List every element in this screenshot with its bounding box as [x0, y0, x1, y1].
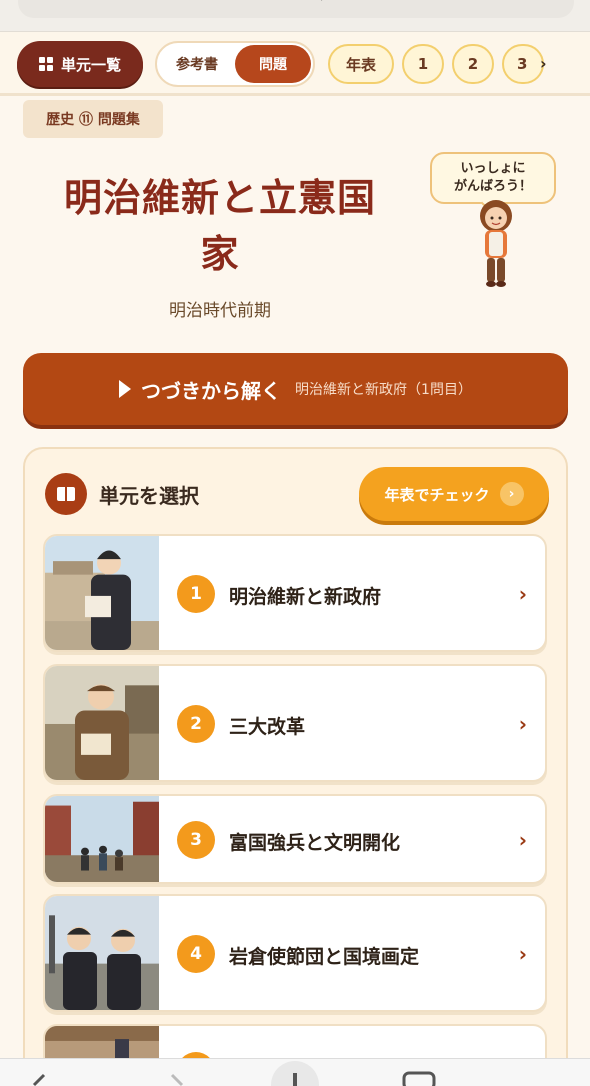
page-subtitle: 明治時代前期 — [169, 301, 271, 321]
meiji-restoration-thumbnail — [45, 536, 159, 650]
panel-title: 単元を選択 — [99, 483, 199, 508]
bubble-line1: いっしょに — [460, 161, 526, 176]
unit-card-4[interactable]: 4 岩倉使節団と国境画定 › — [43, 894, 547, 1012]
unit-label-2: 三大改革 — [229, 716, 306, 738]
unit-label-4: 岩倉使節団と国境画定 — [229, 946, 420, 968]
panel-header: 単元を選択 — [45, 473, 199, 515]
grid-icon — [38, 57, 53, 71]
forward-icon — [170, 1073, 184, 1086]
browser-bottom-bar — [0, 1058, 590, 1086]
page-title-line2: 家 — [200, 232, 240, 276]
unit-list-label: 単元一覧 — [60, 55, 121, 74]
continue-label: つづきから解く — [141, 378, 282, 403]
tab-problems[interactable]: 問題 — [235, 45, 311, 83]
page-title: 明治維新と立憲国 家 — [40, 170, 400, 282]
chevron-right-icon: › — [518, 942, 527, 966]
tab-reference-book[interactable]: 参考書 — [159, 45, 235, 83]
unit-number-1: 1 — [177, 575, 215, 613]
page-title-line1: 明治維新と立憲国 — [63, 176, 376, 220]
breadcrumb-tag: 歴史 ⑪ 問題集 — [23, 100, 163, 138]
back-icon — [32, 1073, 46, 1086]
unit-card-2[interactable]: 2 三大改革 › — [43, 664, 547, 782]
chevron-right-icon: › — [499, 482, 524, 506]
mascot-girl-icon — [480, 200, 512, 287]
civilization-thumbnail — [45, 796, 159, 882]
unit-label-1: 明治維新と新政府 — [229, 586, 382, 608]
chip-timeline[interactable]: 年表 — [328, 44, 394, 84]
check-timeline-button[interactable]: 年表でチェック › — [359, 467, 549, 521]
tabs-icon — [402, 1071, 436, 1086]
browser-url-bar[interactable]: ア — [0, 0, 590, 32]
browser-toolbar-icons — [32, 1061, 436, 1086]
unit-number-3: 3 — [177, 821, 215, 859]
bubble-line2: がんばろう！ — [453, 179, 532, 194]
unit-number-2: 2 — [177, 705, 215, 743]
unit-number-4: 4 — [177, 935, 215, 973]
iwakura-mission-thumbnail — [45, 896, 159, 1010]
address-field[interactable]: ア — [18, 0, 574, 18]
unit-list-button[interactable]: 単元一覧 — [17, 41, 143, 87]
unit-label-3: 富国強兵と文明開化 — [229, 832, 401, 854]
check-timeline-label: 年表でチェック — [384, 485, 490, 504]
top-nav: 単元一覧 参考書 問題 年表 1 2 3 › — [0, 32, 590, 96]
continue-detail: 明治維新と新政府（1問目） — [295, 382, 472, 398]
chevron-right-icon: › — [518, 828, 527, 852]
mode-toggle: 参考書 問題 — [155, 41, 315, 87]
chip-unit-3[interactable]: 3 — [502, 44, 544, 84]
scroll-right-icon[interactable]: › — [540, 54, 547, 73]
book-icon — [45, 473, 87, 515]
unit-card-1[interactable]: 1 明治維新と新政府 › — [43, 534, 547, 652]
three-reforms-thumbnail — [45, 666, 159, 780]
chevron-right-icon: › — [518, 712, 527, 736]
chip-unit-2[interactable]: 2 — [452, 44, 494, 84]
play-icon — [119, 380, 132, 398]
chip-unit-1[interactable]: 1 — [402, 44, 444, 84]
chevron-right-icon: › — [518, 582, 527, 606]
continue-button[interactable]: つづきから解く 明治維新と新政府（1問目） — [23, 353, 568, 425]
unit-card-3[interactable]: 3 富国強兵と文明開化 › — [43, 794, 547, 884]
